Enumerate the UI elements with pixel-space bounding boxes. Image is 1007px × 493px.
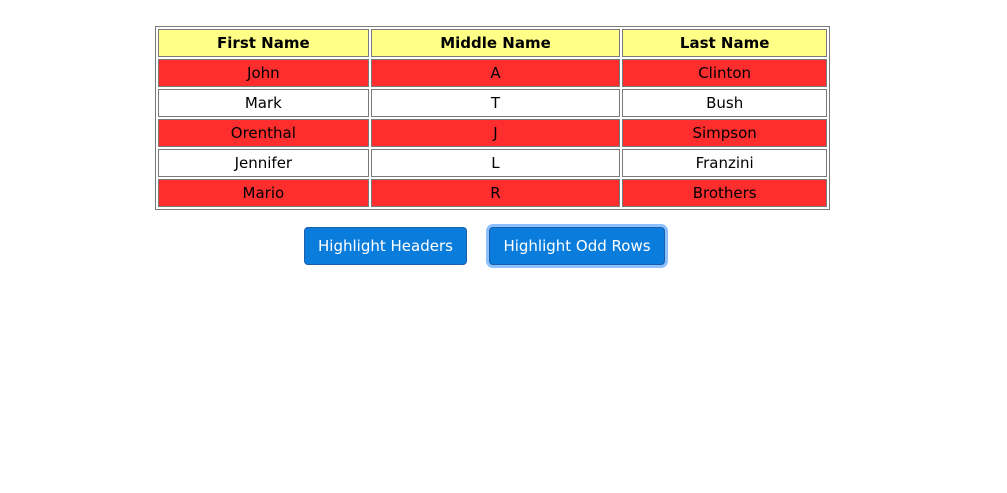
- cell-first-name: John: [158, 59, 369, 87]
- cell-middle-name: R: [370, 179, 621, 207]
- names-table: First Name Middle Name Last Name John A …: [155, 26, 830, 210]
- header-middle-name: Middle Name: [370, 29, 621, 57]
- table-row: John A Clinton: [158, 59, 827, 87]
- cell-first-name: Mark: [158, 89, 369, 117]
- cell-last-name: Franzini: [622, 149, 827, 177]
- cell-last-name: Simpson: [622, 119, 827, 147]
- header-row: First Name Middle Name Last Name: [158, 29, 827, 57]
- cell-middle-name: J: [370, 119, 621, 147]
- cell-middle-name: A: [370, 59, 621, 87]
- table-row: Mark T Bush: [158, 89, 827, 117]
- cell-middle-name: T: [370, 89, 621, 117]
- cell-first-name: Mario: [158, 179, 369, 207]
- table-row: Jennifer L Franzini: [158, 149, 827, 177]
- cell-middle-name: L: [370, 149, 621, 177]
- cell-first-name: Orenthal: [158, 119, 369, 147]
- cell-last-name: Brothers: [622, 179, 827, 207]
- header-last-name: Last Name: [622, 29, 827, 57]
- cell-first-name: Jennifer: [158, 149, 369, 177]
- highlight-odd-rows-button[interactable]: Highlight Odd Rows: [489, 227, 665, 265]
- page: First Name Middle Name Last Name John A …: [0, 0, 1007, 493]
- table-row: Mario R Brothers: [158, 179, 827, 207]
- cell-last-name: Bush: [622, 89, 827, 117]
- header-first-name: First Name: [158, 29, 369, 57]
- table-row: Orenthal J Simpson: [158, 119, 827, 147]
- cell-last-name: Clinton: [622, 59, 827, 87]
- highlight-headers-button[interactable]: Highlight Headers: [304, 227, 467, 265]
